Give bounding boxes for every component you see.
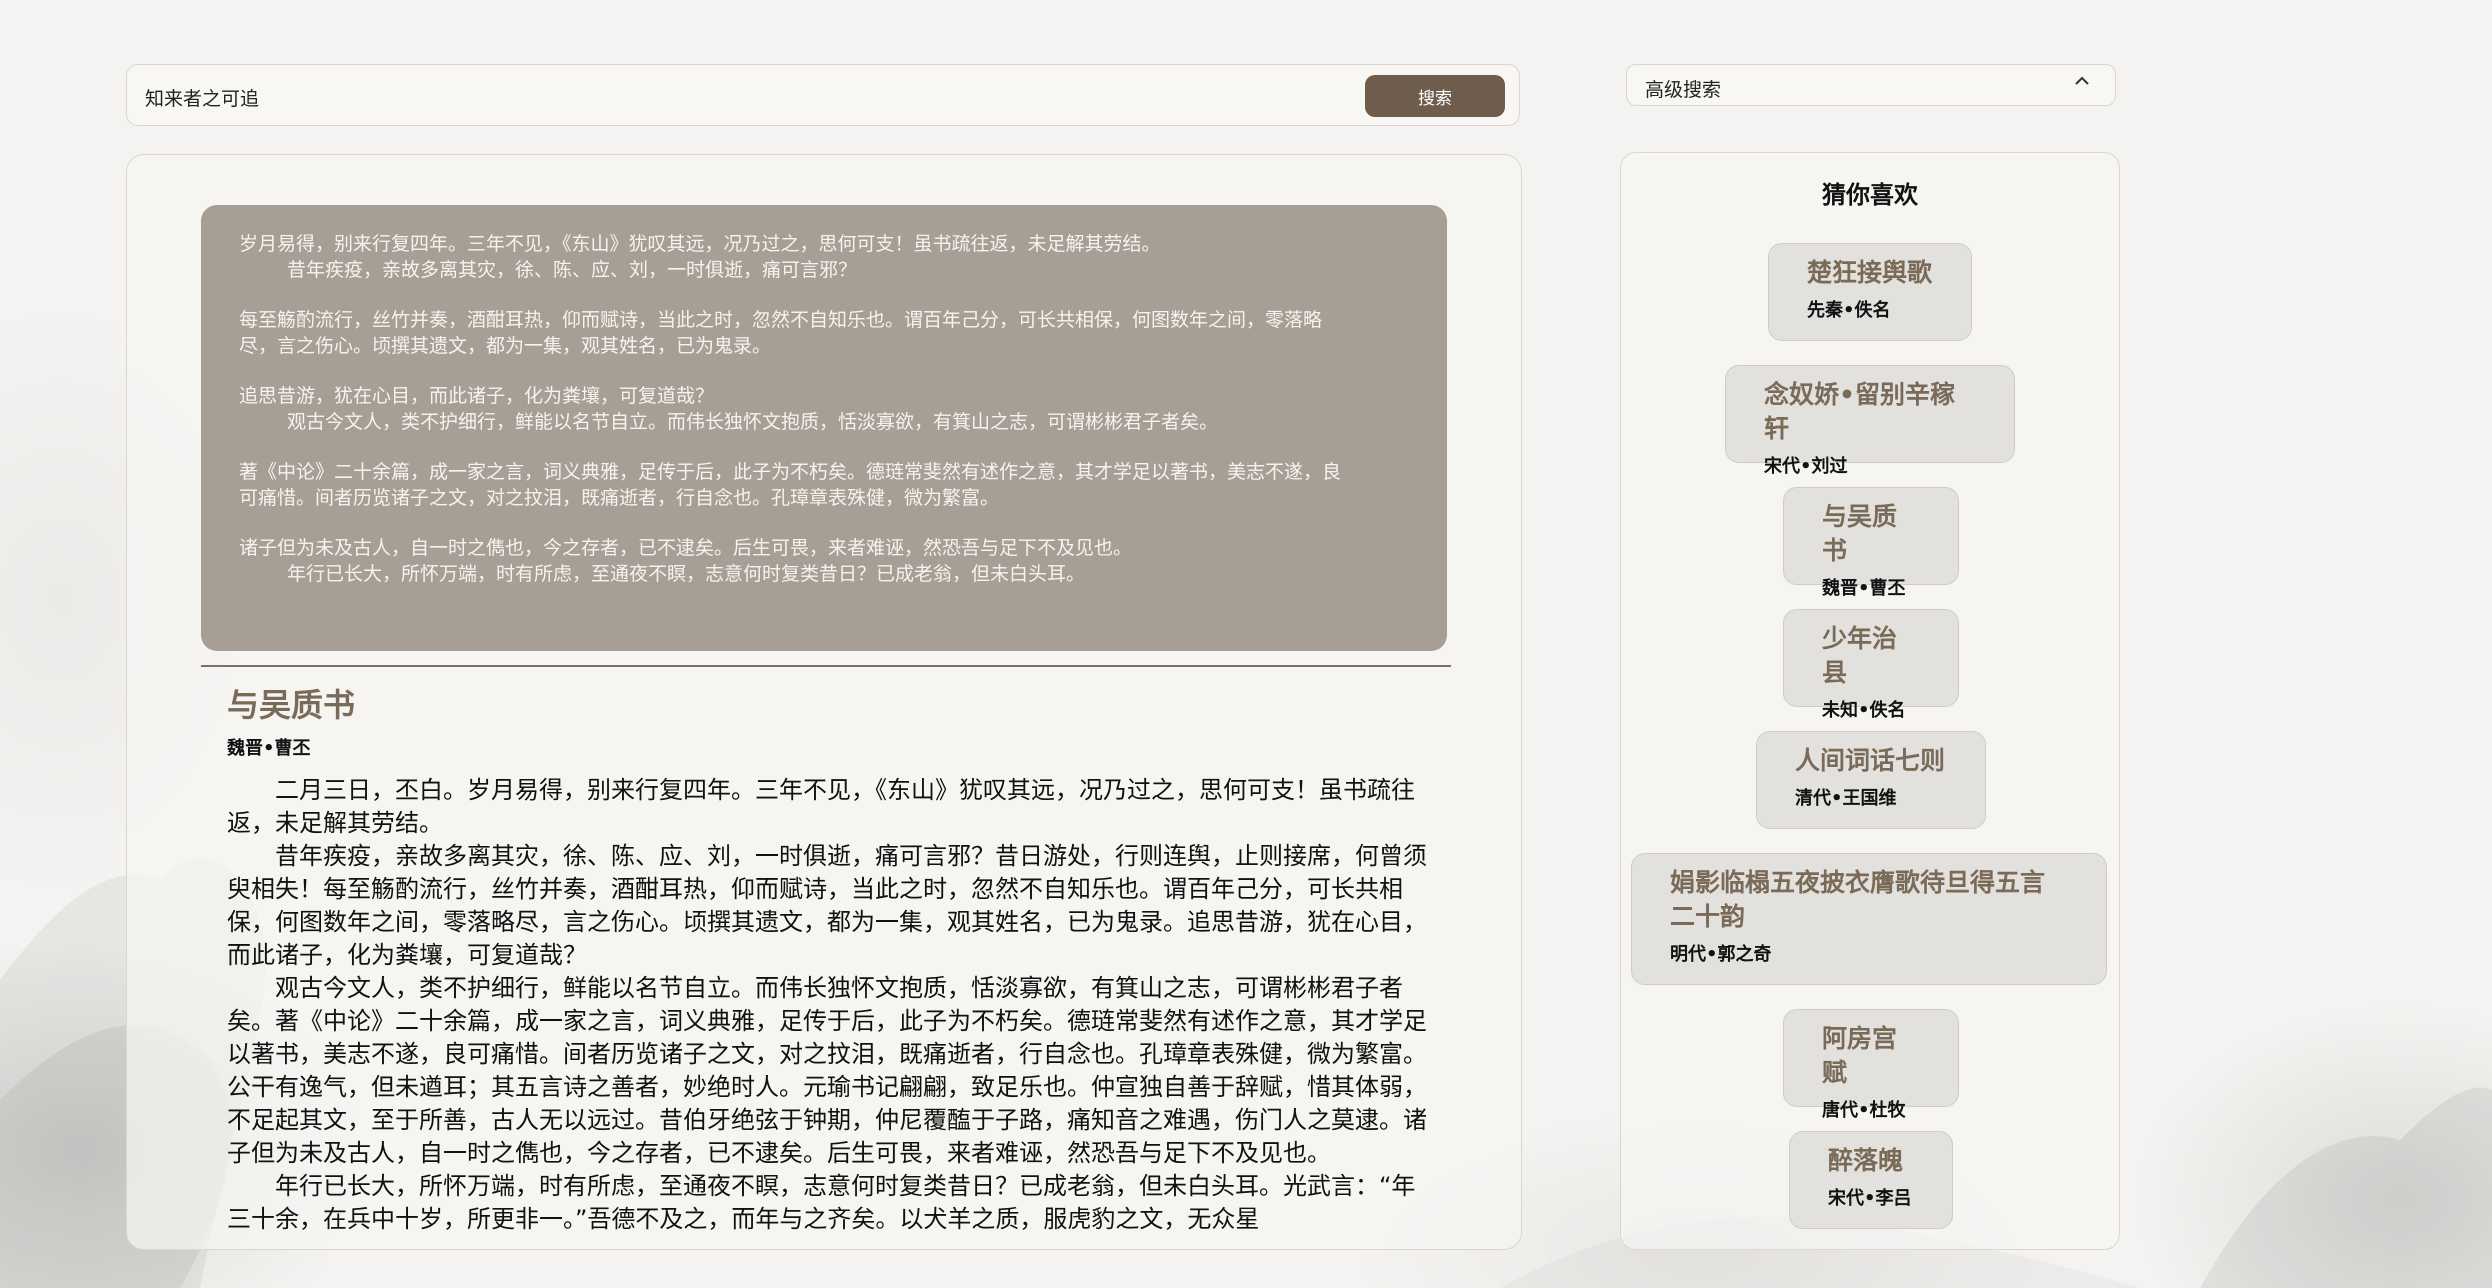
recommendation-card[interactable]: 醉落魄 宋代•李吕 bbox=[1789, 1131, 1953, 1229]
recommendation-card[interactable]: 娟影临榻五夜披衣膺歌待旦得五言二十韵 明代•郭之奇 bbox=[1631, 853, 2107, 985]
rec-author: 明代•郭之奇 bbox=[1670, 944, 1772, 965]
rec-author: 宋代•李吕 bbox=[1828, 1188, 1912, 1209]
recommendation-card[interactable]: 阿房宫赋 唐代•杜牧 bbox=[1783, 1009, 1959, 1121]
article-paragraph: 昔年疾疫，亲故多离其灾，徐、陈、应、刘，一时俱逝，痛可言邪？昔日游处，行则连舆，… bbox=[227, 842, 1427, 969]
hit-line: 岁月易得，别来行复四年。三年不见，《东山》犹叹其远，况乃过之，思何可支！虽书疏往… bbox=[239, 233, 1161, 255]
hit-paragraph: 每至觞酌流行，丝竹并奏，酒酣耳热，仰而赋诗，当此之时，忽然不自知乐也。谓百年己分… bbox=[239, 307, 1409, 359]
hit-line: 尽，言之伤心。顷撰其遗文，都为一集，观其姓名，已为鬼录。 bbox=[239, 335, 772, 357]
search-button[interactable]: 搜索 bbox=[1365, 75, 1505, 117]
recommendation-card[interactable]: 楚狂接舆歌 先秦•佚名 bbox=[1768, 243, 1972, 341]
article-paragraph: 二月三日，丕白。岁月易得，别来行复四年。三年不见，《东山》犹叹其远，况乃过之，思… bbox=[227, 776, 1415, 837]
rec-title: 与吴质书 bbox=[1822, 502, 1898, 565]
rec-title: 人间词话七则 bbox=[1795, 746, 1946, 775]
hit-line: 昔年疾疫，亲故多离其灾，徐、陈、应、刘，一时俱逝，痛可言邪？ bbox=[287, 259, 858, 281]
article-paragraph: 年行已长大，所怀万端，时有所虑，至通夜不瞑，志意何时复类昔日？已成老翁，但未白头… bbox=[227, 1172, 1416, 1233]
rec-author: 先秦•佚名 bbox=[1807, 300, 1891, 321]
advanced-search-label: 高级搜索 bbox=[1645, 79, 1722, 101]
recommendation-title: 猜你喜欢 bbox=[1822, 181, 1918, 209]
main-panel: 岁月易得，别来行复四年。三年不见，《东山》犹叹其远，况乃过之，思何可支！虽书疏往… bbox=[126, 154, 1522, 1250]
hit-line: 著《中论》二十余篇，成一家之言，词义典雅，足传于后，此子为不朽矣。德琏常斐然有述… bbox=[239, 461, 1342, 483]
recommendation-card[interactable]: 与吴质书 魏晋•曹丕 bbox=[1783, 487, 1959, 599]
article-author: 魏晋•曹丕 bbox=[227, 738, 311, 759]
rec-title: 醉落魄 bbox=[1828, 1146, 1904, 1175]
recommendation-card[interactable]: 念奴娇•留别辛稼轩 宋代•刘过 bbox=[1725, 365, 2015, 477]
rec-title: 楚狂接舆歌 bbox=[1807, 258, 1933, 287]
article-body: 二月三日，丕白。岁月易得，别来行复四年。三年不见，《东山》犹叹其远，况乃过之，思… bbox=[227, 774, 1433, 1236]
hit-line: 诸子但为未及古人，自一时之儁也，今之存者，已不逮矣。后生可畏，来者难诬，然恐吾与… bbox=[239, 537, 1133, 559]
rec-author: 魏晋•曹丕 bbox=[1822, 578, 1906, 599]
recommendation-card[interactable]: 少年治县 未知•佚名 bbox=[1783, 609, 1959, 721]
search-input[interactable] bbox=[143, 79, 1347, 115]
search-bar: 搜索 bbox=[126, 64, 1520, 126]
hit-paragraph: 诸子但为未及古人，自一时之儁也，今之存者，已不逮矣。后生可畏，来者难诬，然恐吾与… bbox=[239, 535, 1409, 587]
hit-line: 观古今文人，类不护细行，鲜能以名节自立。而伟长独怀文抱质，恬淡寡欲，有箕山之志，… bbox=[287, 411, 1219, 433]
rec-title: 阿房宫赋 bbox=[1822, 1024, 1898, 1087]
rec-title: 念奴娇•留别辛稼轩 bbox=[1764, 380, 1955, 443]
rec-author: 唐代•杜牧 bbox=[1822, 1100, 1906, 1121]
recommendation-panel: 猜你喜欢 楚狂接舆歌 先秦•佚名 念奴娇•留别辛稼轩 宋代•刘过 与吴质书 魏晋… bbox=[1620, 152, 2120, 1250]
hit-line: 追思昔游，犹在心目，而此诸子，化为粪壤，可复道哉？ bbox=[239, 385, 715, 407]
rec-author: 清代•王国维 bbox=[1795, 788, 1897, 809]
hit-paragraph: 著《中论》二十余篇，成一家之言，词义典雅，足传于后，此子为不朽矣。德琏常斐然有述… bbox=[239, 459, 1409, 511]
hit-line: 每至觞酌流行，丝竹并奏，酒酣耳热，仰而赋诗，当此之时，忽然不自知乐也。谓百年己分… bbox=[239, 309, 1323, 331]
hit-paragraph: 岁月易得，别来行复四年。三年不见，《东山》犹叹其远，况乃过之，思何可支！虽书疏往… bbox=[239, 231, 1409, 283]
rec-title: 娟影临榻五夜披衣膺歌待旦得五言二十韵 bbox=[1670, 868, 2046, 931]
rec-author: 未知•佚名 bbox=[1822, 700, 1906, 721]
search-hits-box: 岁月易得，别来行复四年。三年不见，《东山》犹叹其远，况乃过之，思何可支！虽书疏往… bbox=[201, 205, 1447, 651]
advanced-search-toggle[interactable]: 高级搜索 bbox=[1626, 64, 2116, 106]
rec-title: 少年治县 bbox=[1822, 624, 1898, 687]
article-title: 与吴质书 bbox=[227, 686, 356, 724]
recommendation-card[interactable]: 人间词话七则 清代•王国维 bbox=[1756, 731, 1986, 829]
hit-line: 年行已长大，所怀万端，时有所虑，至通夜不瞑，志意何时复类昔日？已成老翁，但未白头… bbox=[287, 563, 1086, 585]
article-paragraph: 观古今文人，类不护细行，鲜能以名节自立。而伟长独怀文抱质，恬淡寡欲，有箕山之志，… bbox=[227, 974, 1427, 1167]
hit-line: 可痛惜。间者历览诸子之文，对之抆泪，既痛逝者，行自念也。孔璋章表殊健，微为繁富。 bbox=[239, 487, 1000, 509]
article: 与吴质书 魏晋•曹丕 二月三日，丕白。岁月易得，别来行复四年。三年不见，《东山》… bbox=[227, 682, 1433, 1236]
hit-paragraph: 追思昔游，犹在心目，而此诸子，化为粪壤，可复道哉？ 观古今文人，类不护细行，鲜能… bbox=[239, 383, 1409, 435]
chevron-up-icon bbox=[2073, 72, 2091, 95]
rec-author: 宋代•刘过 bbox=[1764, 456, 1848, 477]
divider bbox=[201, 665, 1451, 667]
